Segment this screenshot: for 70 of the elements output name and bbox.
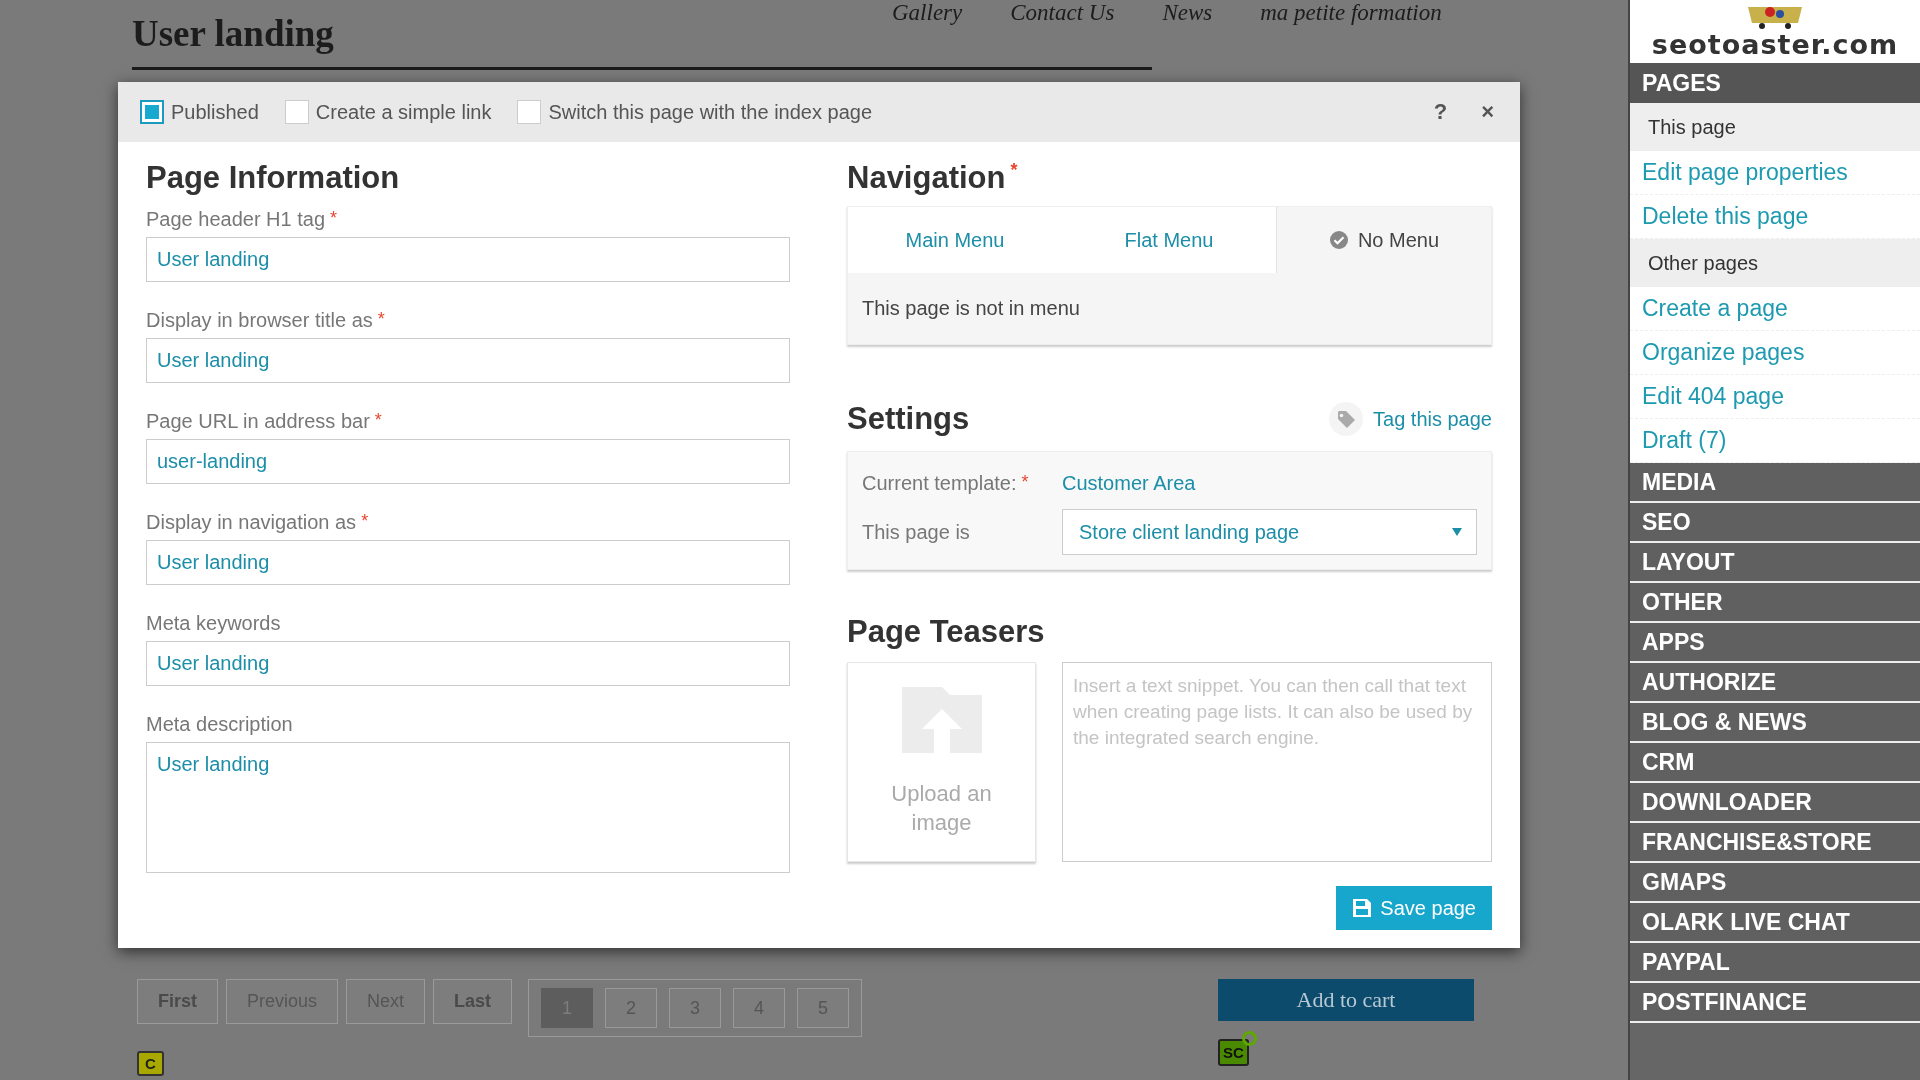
menu-tab[interactable]: No Menu (1276, 207, 1491, 273)
checkbox-label: Switch this page with the index page (548, 100, 872, 124)
sidebar-section[interactable]: DOWNLOADER (1630, 783, 1920, 823)
sidebar-section[interactable]: OLARK LIVE CHAT (1630, 903, 1920, 943)
input-field[interactable]: user-landing (146, 439, 790, 484)
edit-badge[interactable]: C (137, 1051, 164, 1076)
sidebar-link[interactable]: Edit 404 page (1630, 375, 1920, 419)
logo-text: seotoaster.com (1651, 29, 1899, 60)
sidebar-link[interactable]: Delete this page (1630, 195, 1920, 239)
checkbox[interactable] (517, 100, 542, 124)
add-to-cart-button[interactable]: Add to cart (1218, 979, 1474, 1021)
field-label: Display in browser title as * (146, 309, 386, 332)
input-field[interactable]: User landing (146, 338, 790, 383)
menu-tab[interactable]: Main Menu (848, 207, 1062, 273)
field-label: Page URL in address bar * (146, 410, 383, 433)
nav-link[interactable]: Gallery (892, 0, 963, 26)
sidebar-section[interactable]: POSTFINANCE (1630, 983, 1920, 1023)
sidebar-section[interactable]: PAGES (1630, 63, 1920, 103)
field-label: Display in navigation as * (146, 511, 370, 534)
sidebar-group-label: Other pages (1630, 239, 1920, 287)
upload-image-box[interactable]: Upload an image (847, 662, 1036, 862)
check-circle-icon (1328, 230, 1349, 250)
snippet-field[interactable]: Insert a text snippet. You can then call that text when creating page lists. It can also be used by the integrated search engine. (1062, 662, 1492, 862)
sidebar-section[interactable]: APPS (1630, 623, 1920, 663)
sidebar-section[interactable]: GMAPS (1630, 863, 1920, 903)
tag-icon (1329, 402, 1363, 436)
nav-link[interactable]: News (1162, 0, 1213, 26)
field-label: Page header H1 tag * (146, 208, 339, 231)
input-field[interactable]: User landing (146, 237, 790, 282)
field-label: Meta keywords (146, 612, 282, 635)
sidebar-link[interactable]: Draft (7) (1630, 419, 1920, 463)
tag-link[interactable]: Tag this page (1329, 402, 1492, 436)
page-type-dropdown[interactable]: Store client landing page (1062, 509, 1477, 555)
sidebar-section[interactable]: PAYPAL (1630, 943, 1920, 983)
sidebar-link[interactable]: Create a page (1630, 287, 1920, 331)
checkbox-label: Create a simple link (315, 100, 492, 124)
sidebar-section[interactable]: FRANCHISE&STORE (1630, 823, 1920, 863)
checkbox-label: Published (171, 100, 259, 124)
checkbox[interactable] (284, 100, 309, 124)
sidebar-section[interactable]: AUTHORIZE (1630, 663, 1920, 703)
page-type-label: This page is (862, 520, 971, 544)
section-heading: Settings (847, 401, 970, 437)
close-button[interactable]: × (1477, 99, 1498, 125)
sidebar-section[interactable]: SEO (1630, 503, 1920, 543)
caret-icon (1452, 528, 1462, 536)
sidebar-section[interactable]: OTHER (1630, 583, 1920, 623)
checkbox[interactable] (140, 100, 164, 124)
help-button[interactable]: ? (1429, 99, 1452, 125)
sidebar-link[interactable]: Organize pages (1630, 331, 1920, 375)
sidebar-link[interactable]: Edit page properties (1630, 151, 1920, 195)
save-button[interactable]: Save page (1336, 886, 1492, 930)
ring-icon (1241, 1031, 1257, 1046)
input-field[interactable]: User landing (146, 641, 790, 686)
section-heading: Page Information (146, 160, 401, 196)
section-heading: Page Teasers (847, 614, 1046, 650)
sidebar-section[interactable]: BLOG & NEWS (1630, 703, 1920, 743)
section-heading: Navigation * (847, 160, 1019, 196)
input-field[interactable]: User landing (146, 540, 790, 585)
sidebar-group-label: This page (1630, 103, 1920, 151)
text-area[interactable]: User landing (146, 742, 790, 873)
nav-link[interactable]: ma petite formation (1260, 0, 1442, 26)
sidebar-section[interactable]: LAYOUT (1630, 543, 1920, 583)
shortcode-badge[interactable]: SC (1218, 1039, 1249, 1066)
sidebar-section[interactable]: CRM (1630, 743, 1920, 783)
template-label: Current template: * (862, 472, 1030, 495)
sidebar-section[interactable]: MEDIA (1630, 463, 1920, 503)
field-label: Meta description (146, 713, 294, 736)
nav-link[interactable]: Contact Us (1010, 0, 1115, 26)
template-link[interactable]: Customer Area (1062, 472, 1477, 495)
navigation-message: This page is not in menu (848, 273, 1491, 344)
